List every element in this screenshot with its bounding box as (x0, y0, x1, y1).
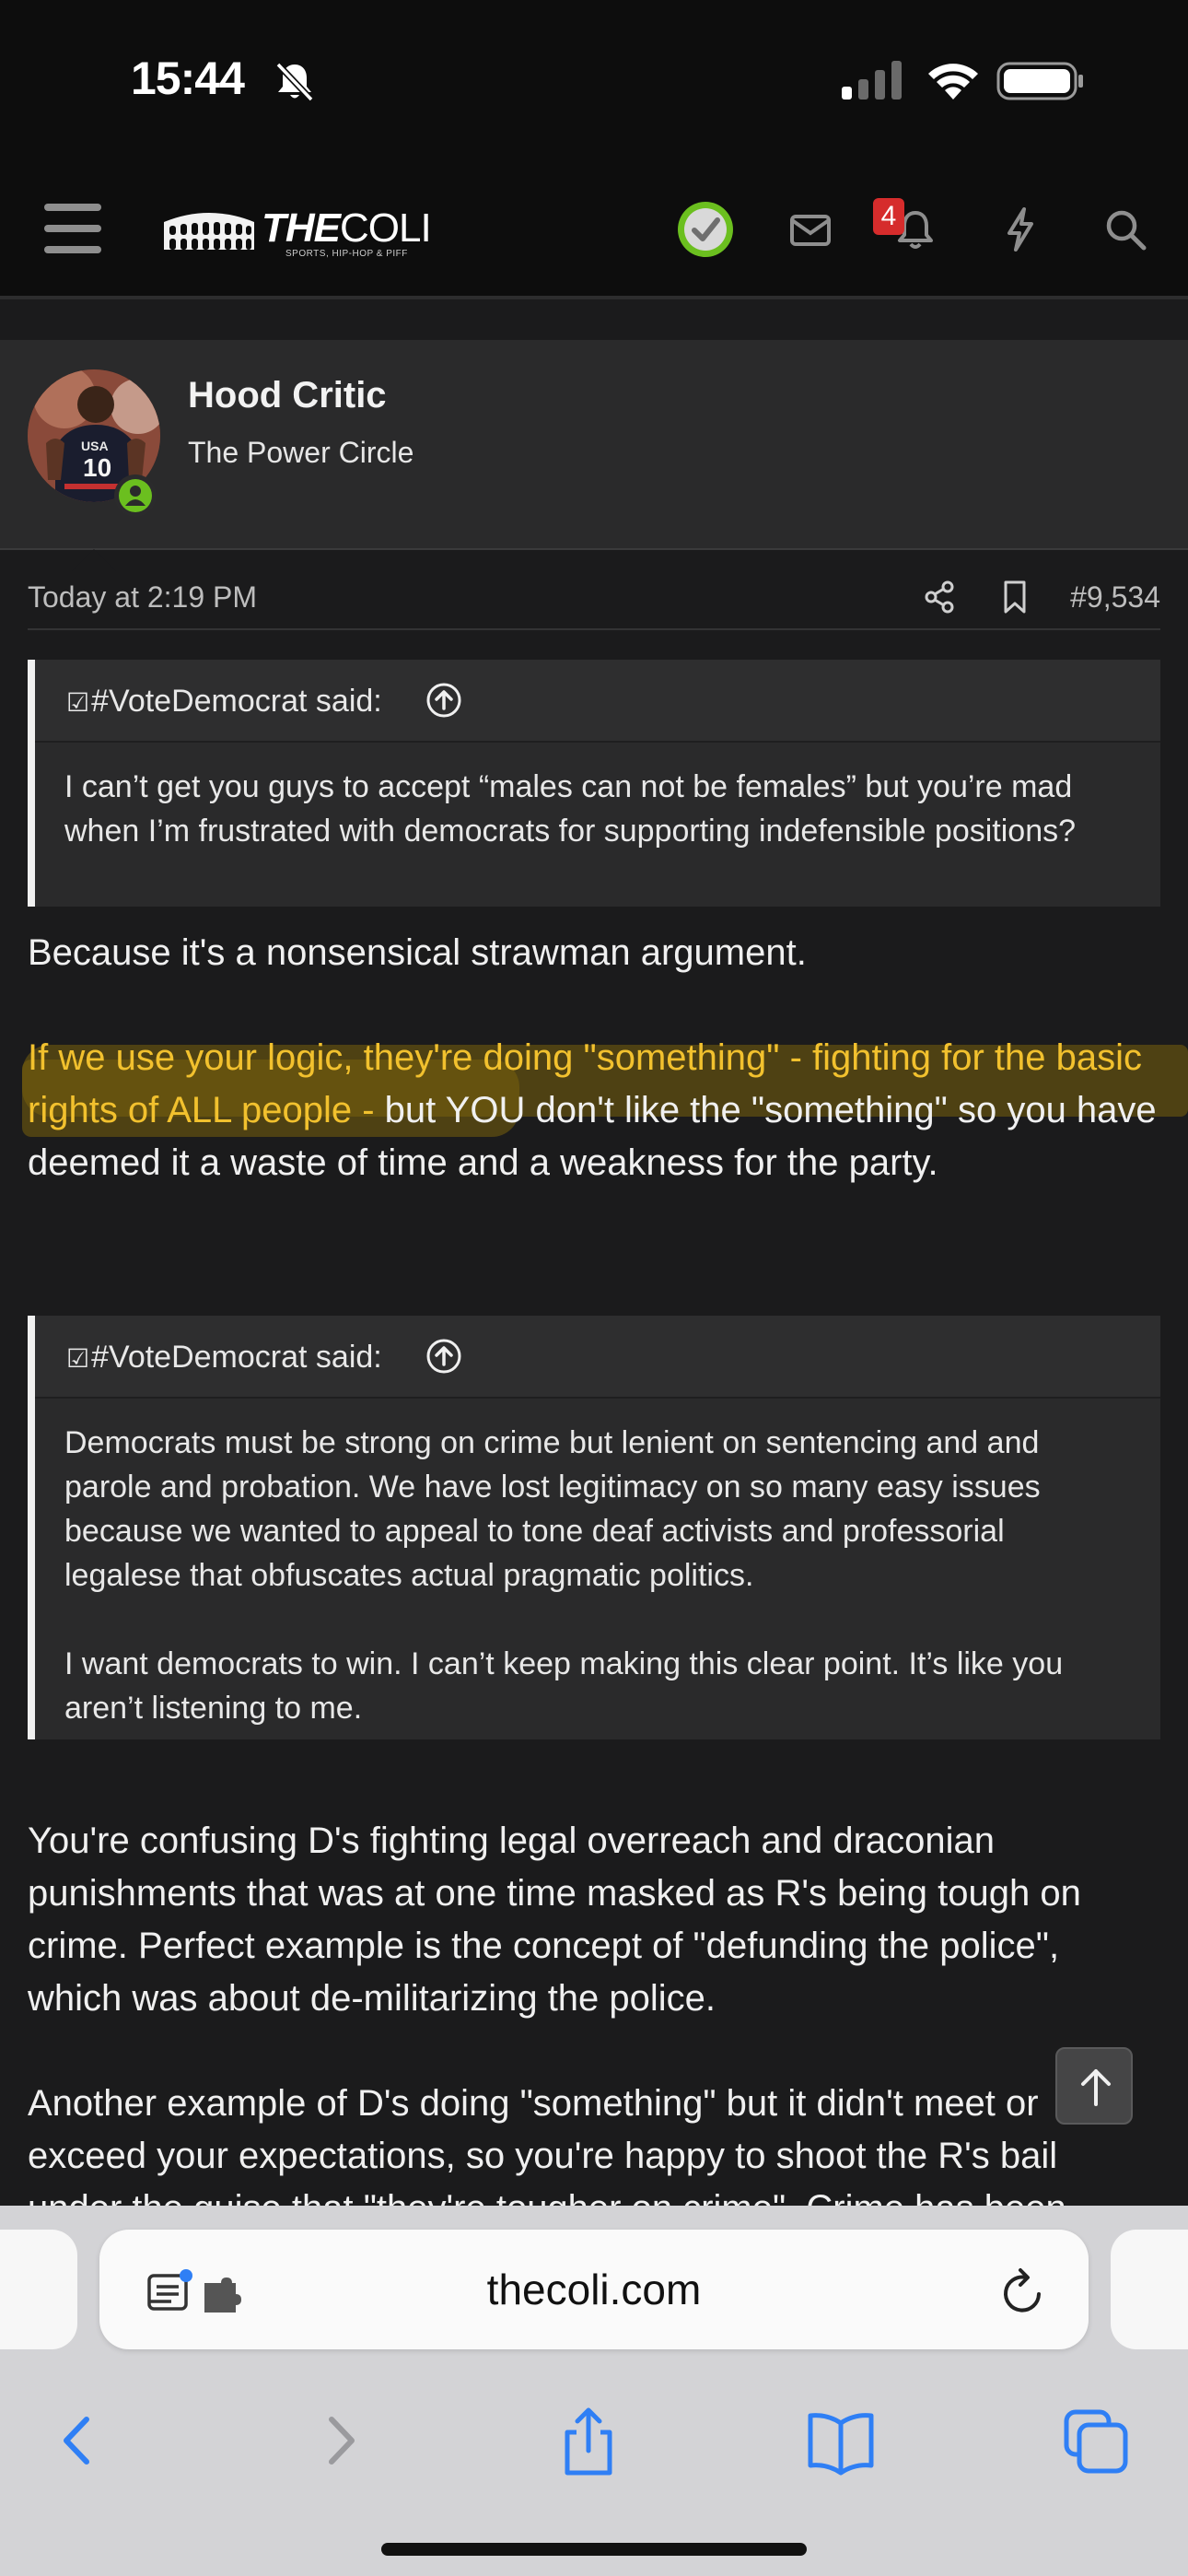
post-body: You're confusing D's fighting legal over… (28, 1815, 1160, 2235)
arrow-up-icon (1081, 2069, 1111, 2106)
author-name[interactable]: Hood Critic (188, 375, 387, 416)
bell-muted-icon (275, 62, 314, 102)
cellular-signal-icon (842, 61, 902, 100)
quote-text: Democrats must be strong on crime but le… (64, 1425, 1064, 1726)
svg-text:10: 10 (83, 453, 111, 482)
quote-block: ☑#VoteDemocrat said: I can’t get you guy… (28, 660, 1160, 907)
quote-author[interactable]: ☑#VoteDemocrat said: (66, 684, 382, 720)
notification-count-badge[interactable]: 4 (873, 198, 904, 235)
battery-icon (996, 62, 1083, 100)
post-paragraph: If we use your logic, they're doing "som… (28, 1037, 1157, 1183)
menu-icon[interactable] (44, 204, 101, 253)
wifi-icon (928, 64, 978, 100)
url-text[interactable]: thecoli.com (99, 2265, 1089, 2314)
colosseum-icon (164, 213, 254, 250)
forward-icon[interactable] (297, 2399, 379, 2482)
post-meta-bar: Today at 2:19 PM #9,534 (28, 573, 1160, 630)
logo-subtitle: SPORTS, HIP-HOP & PIFF (285, 249, 408, 259)
post-number-link[interactable]: #9,534 (1070, 580, 1160, 615)
address-bar[interactable]: thecoli.com (99, 2230, 1089, 2349)
reload-icon[interactable] (998, 2265, 1048, 2318)
post-paragraph: You're confusing D's fighting legal over… (28, 1821, 1081, 2019)
post-body: Because it's a nonsensical strawman argu… (28, 927, 1160, 1189)
scroll-to-top-button[interactable] (1055, 2047, 1133, 2125)
quote-header: ☑#VoteDemocrat said: (35, 660, 1160, 743)
share-icon[interactable] (919, 577, 960, 617)
verified-check-icon[interactable] (676, 200, 735, 259)
jump-to-quote-icon[interactable] (425, 682, 462, 719)
next-tab-peek[interactable] (1111, 2230, 1188, 2349)
quote-header: ☑#VoteDemocrat said: (35, 1316, 1160, 1399)
lightning-bolt-icon[interactable] (991, 200, 1050, 259)
svg-text:USA: USA (81, 439, 109, 453)
previous-tab-peek[interactable] (0, 2230, 77, 2349)
home-indicator[interactable] (381, 2543, 807, 2556)
browser-nav-row (0, 2386, 1188, 2497)
quote-author[interactable]: ☑#VoteDemocrat said: (66, 1340, 382, 1376)
tabs-icon[interactable] (1054, 2399, 1136, 2482)
post-author-card: USA 10 Hood Critic The Power Circle (0, 340, 1188, 550)
jump-to-quote-icon[interactable] (425, 1338, 462, 1375)
bookmarks-icon[interactable] (799, 2399, 882, 2482)
logo-text: THECOLI (262, 205, 432, 251)
header-spacer (0, 303, 1188, 340)
bookmark-icon[interactable] (995, 577, 1035, 617)
back-icon[interactable] (39, 2399, 122, 2482)
browser-toolbar: thecoli.com (0, 2206, 1188, 2576)
author-card-pointer (72, 549, 116, 571)
search-icon[interactable] (1096, 200, 1155, 259)
post-paragraph: Because it's a nonsensical strawman argu… (28, 932, 807, 973)
status-bar: 15:44 (0, 0, 1188, 161)
quote-text: I can’t get you guys to accept “males ca… (64, 769, 1077, 849)
mail-icon[interactable] (781, 200, 840, 259)
online-status-icon (114, 474, 157, 517)
author-user-title: The Power Circle (188, 436, 414, 469)
site-header: THECOLI SPORTS, HIP-HOP & PIFF 4 (0, 161, 1188, 299)
quote-block: ☑#VoteDemocrat said: Democrats must be s… (28, 1316, 1160, 1739)
status-time: 15:44 (131, 53, 245, 104)
share-sheet-icon[interactable] (547, 2399, 630, 2482)
post-date[interactable]: Today at 2:19 PM (28, 580, 257, 615)
page: 15:44 THECOLI SPORTS, HIP-HOP & PIFF 4 U… (0, 0, 1188, 2576)
site-logo[interactable]: THECOLI SPORTS, HIP-HOP & PIFF (158, 196, 432, 266)
